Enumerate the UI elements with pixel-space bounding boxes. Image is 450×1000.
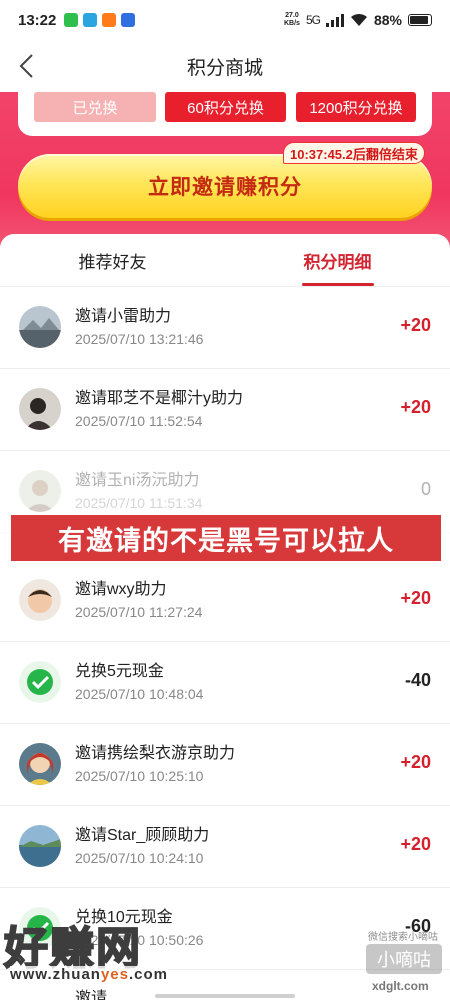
avatar [19,579,61,621]
avatar [19,388,61,430]
record-title: 邀请wxy助力 [75,581,167,598]
status-indicators: 27.0 KB/s 5G 88% [284,12,432,28]
battery-icon [408,14,432,26]
status-app-icons [64,13,136,27]
record-date: 2025/07/10 10:25:10 [75,768,204,784]
avatar [19,306,61,348]
wechat-pay-icon [19,661,61,703]
record-points: +20 [400,588,431,608]
net-speed-unit: KB/s [284,20,300,27]
record-title: 邀请携绘梨衣游京助力 [75,745,236,762]
watermark-chip: 小嘀咕 [366,944,442,974]
watermark-url-part: .com [128,966,168,983]
battery-level: 88% [373,12,402,28]
record-title: 邀请玉ni汤沅助力 [75,472,200,489]
app-notification-icon [64,13,79,27]
record-points: +20 [400,752,431,772]
avatar [19,470,61,512]
signal-icon [325,13,344,27]
avatar [19,825,61,867]
record-date: 2025/07/10 11:52:54 [75,413,203,429]
home-indicator[interactable] [155,994,295,998]
app-notification-icon [121,13,136,27]
net-speed: 27.0 KB/s [284,12,300,28]
tab-points-details[interactable]: 积分明细 [225,234,450,286]
exchanged-button: 已兑换 [34,92,156,122]
record-date: 2025/07/10 13:21:46 [75,331,204,347]
record-points: +20 [400,397,431,417]
net-speed-value: 27.0 [285,12,299,19]
tab-recommend-friends[interactable]: 推荐好友 [0,234,225,286]
status-bar: 13:22 27.0 KB/s 5G 88% [0,0,450,40]
site-watermark: 好赚网 www.zhuanyes.com [3,912,204,994]
watermark-url: www.zhuanyes.com [10,966,168,983]
double-points-countdown: 10:37:45.2后翻倍结束 [283,142,425,164]
network-type: 5G [305,13,321,27]
exchange-1200-points-button[interactable]: 1200积分兑换 [296,92,416,122]
record-date: 2025/07/10 11:51:34 [75,495,203,511]
watermark-small-text: 微信搜索小嘀咕 [368,932,438,943]
record-title: 邀请小雷助力 [75,308,172,325]
watermark-url-part: www.zhuan [10,966,101,983]
wifi-icon [350,13,367,26]
record-date: 2025/07/10 10:48:04 [75,686,204,702]
back-arrow-icon[interactable] [14,52,42,80]
list-item: 兑换5元现金 2025/07/10 10:48:04 -40 [0,642,450,724]
record-title: 邀请耶芝不是椰汁y助力 [75,390,244,407]
list-item: 邀请携绘梨衣游京助力 2025/07/10 10:25:10 +20 [0,724,450,806]
watermark-right-url: xdglt.com [372,979,429,993]
list-item: 邀请Star_顾顾助力 2025/07/10 10:24:10 +20 [0,806,450,888]
record-points: 0 [420,479,431,499]
record-date: 2025/07/10 10:24:10 [75,850,204,866]
page-title: 积分商城 [186,57,263,79]
list-item: 邀请wxy助力 2025/07/10 11:27:24 +20 [0,560,450,642]
avatar [19,743,61,785]
record-points: -40 [404,670,431,690]
list-item: 邀请耶芝不是椰汁y助力 2025/07/10 11:52:54 +20 [0,369,450,451]
record-points: +20 [400,315,431,335]
record-points: +20 [400,834,431,854]
tab-bar: 推荐好友 积分明细 [0,234,450,286]
status-time: 13:22 [18,11,57,29]
app-notification-icon [102,13,117,27]
list-item: 邀请小雷助力 2025/07/10 13:21:46 +20 [0,287,450,369]
record-date: 2025/07/10 11:27:24 [75,604,203,620]
overlay-caption-banner: 有邀请的不是黑号可以拉人 [11,515,441,561]
record-title: 邀请Star_顾顾助力 [75,827,210,844]
nav-bar: 积分商城 [0,40,450,92]
exchange-60-points-button[interactable]: 60积分兑换 [165,92,286,122]
watermark-url-highlight: yes [100,966,129,983]
app-notification-icon [83,13,98,27]
record-title: 兑换5元现金 [75,663,164,680]
